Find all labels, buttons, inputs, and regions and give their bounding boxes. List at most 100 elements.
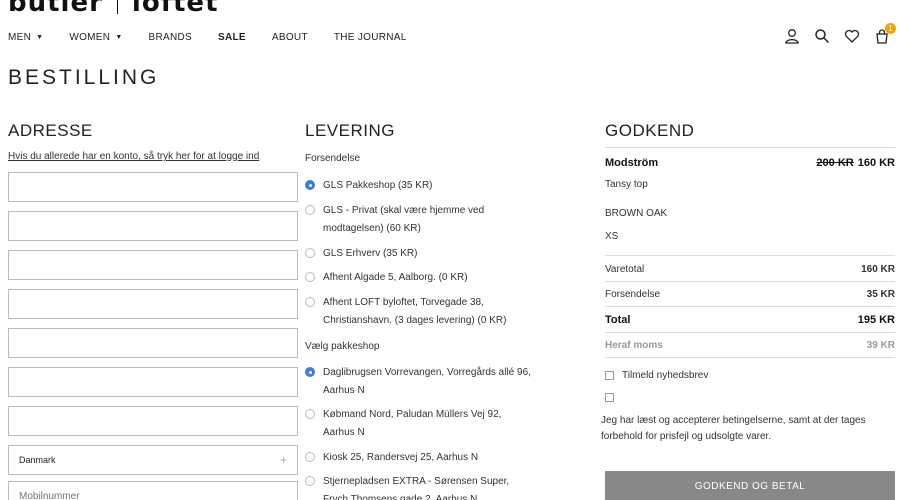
- main-nav: MEN ▼ WOMEN ▼ BRANDS SALE ABOUT THE JOURNA…: [8, 32, 433, 43]
- radio-selected[interactable]: [305, 180, 315, 190]
- address-input-6[interactable]: [9, 368, 297, 396]
- address-input-3[interactable]: [9, 251, 297, 279]
- address-input-5[interactable]: [9, 329, 297, 357]
- address-field-5[interactable]: [8, 328, 298, 358]
- product-color: BROWN OAK: [605, 208, 668, 219]
- chevron-down-icon: ▼: [36, 34, 44, 41]
- shipping-option-gls-pakkeshop[interactable]: GLS Pakkeshop (35 KR): [305, 177, 535, 195]
- country-value: Danmark: [19, 455, 56, 465]
- nav-journal[interactable]: THE JOURNAL: [334, 32, 407, 43]
- nav-men[interactable]: MEN ▼: [8, 32, 43, 43]
- address-input-4[interactable]: [9, 290, 297, 318]
- plus-icon: +: [279, 453, 287, 467]
- pakkeshop-option-3[interactable]: Kiosk 25, Randersvej 25, Aarhus N: [305, 449, 535, 467]
- total-value: 195 KR: [857, 314, 895, 326]
- total-label: Total: [605, 314, 631, 326]
- nav-brands[interactable]: BRANDS: [149, 32, 192, 43]
- vat-label: Heraf moms: [605, 340, 663, 351]
- heart-icon[interactable]: [844, 28, 860, 44]
- summary-title: GODKEND: [605, 121, 695, 140]
- header-icons: 1: [784, 23, 896, 44]
- divider: [605, 281, 895, 282]
- logo[interactable]: butler loftet: [8, 0, 219, 18]
- cart-count-badge: 1: [885, 23, 896, 34]
- shipping-option-aalborg[interactable]: Afhent Algade 5, Aalborg. (0 KR): [305, 269, 535, 287]
- shipping-option-gls-privat[interactable]: GLS - Privat (skal være hjemme ved modta…: [305, 202, 535, 238]
- pakkeshop-option-2[interactable]: Købmand Nord, Paludan Müllers Vej 92, Aa…: [305, 406, 535, 442]
- logo-left: butler: [8, 0, 103, 18]
- shipping-option-christianshavn[interactable]: Afhent LOFT byloftet, Torvegade 38, Chri…: [305, 294, 535, 330]
- nav-women-label: WOMEN: [69, 32, 111, 43]
- product-size: XS: [605, 231, 619, 242]
- product-row: Modström 200 KR 160 KR: [605, 157, 895, 169]
- page-title: BESTILLING: [8, 66, 160, 89]
- radio-unselected[interactable]: [305, 452, 315, 462]
- pakkeshop-option-4[interactable]: Stjernepladsen EXTRA - Sørensen Super, F…: [305, 473, 535, 500]
- radio-unselected[interactable]: [305, 297, 315, 307]
- nav-women[interactable]: WOMEN ▼: [69, 32, 122, 43]
- shipping-cost-value: 35 KR: [866, 289, 895, 300]
- chevron-down-icon: ▼: [115, 34, 123, 41]
- product-brand: Modström: [605, 157, 659, 169]
- newsletter-checkbox[interactable]: [605, 371, 614, 380]
- radio-unselected[interactable]: [305, 205, 315, 215]
- address-input-7[interactable]: [9, 407, 297, 435]
- user-icon[interactable]: [784, 28, 800, 44]
- logo-right: loftet: [131, 0, 219, 18]
- pakkeshop-label: Vælg pakkeshop: [305, 341, 380, 352]
- address-field-6[interactable]: [8, 367, 298, 397]
- delivery-title: LEVERING: [305, 121, 395, 140]
- subtotal-row: Varetotal 160 KR: [605, 264, 895, 275]
- pakkeshop-label-text: Købmand Nord, Paludan Müllers Vej 92, Aa…: [323, 409, 502, 438]
- terms-text: Jeg har læst og accepterer betingelserne…: [601, 415, 866, 442]
- address-field-2[interactable]: [8, 211, 298, 241]
- login-link[interactable]: Hvis du allerede har en konto, så tryk h…: [8, 151, 259, 162]
- shipping-row: Forsendelse 35 KR: [605, 289, 895, 300]
- subtotal-label: Varetotal: [605, 264, 645, 275]
- pakkeshop-label-text: Stjernepladsen EXTRA - Sørensen Super, F…: [323, 476, 510, 500]
- nav-about[interactable]: ABOUT: [272, 32, 308, 43]
- vat-value: 39 KR: [866, 340, 895, 351]
- pakkeshop-label-text: Kiosk 25, Randersvej 25, Aarhus N: [323, 452, 479, 463]
- radio-unselected[interactable]: [305, 476, 315, 486]
- shipping-option-label: Afhent Algade 5, Aalborg. (0 KR): [323, 272, 468, 283]
- logo-divider: [116, 0, 118, 14]
- shipping-option-label: GLS - Privat (skal være hjemme ved modta…: [323, 205, 485, 234]
- vat-row: Heraf moms 39 KR: [605, 340, 895, 351]
- nav-men-label: MEN: [8, 32, 32, 43]
- divider: [605, 306, 895, 307]
- address-input-2[interactable]: [9, 212, 297, 240]
- shipping-option-label: GLS Erhverv (35 KR): [323, 248, 418, 259]
- divider: [605, 357, 895, 358]
- radio-unselected[interactable]: [305, 248, 315, 258]
- radio-unselected[interactable]: [305, 409, 315, 419]
- radio-selected[interactable]: [305, 367, 315, 377]
- divider: [605, 147, 895, 148]
- terms-checkbox[interactable]: [605, 393, 614, 402]
- product-old-price: 200 KR: [816, 157, 854, 169]
- pakkeshop-label-text: Daglibrugsen Vorrevangen, Vorregårds all…: [323, 367, 531, 396]
- address-field-4[interactable]: [8, 289, 298, 319]
- newsletter-checkbox-row[interactable]: Tilmeld nyhedsbrev: [605, 370, 708, 381]
- address-field-1[interactable]: [8, 172, 298, 202]
- nav-sale[interactable]: SALE: [218, 32, 246, 43]
- address-field-3[interactable]: [8, 250, 298, 280]
- radio-unselected[interactable]: [305, 272, 315, 282]
- terms-checkbox-row[interactable]: [605, 393, 622, 402]
- cart-icon[interactable]: 1: [874, 23, 896, 44]
- total-row: Total 195 KR: [605, 314, 895, 326]
- country-select[interactable]: Danmark +: [8, 445, 298, 475]
- approve-and-pay-button[interactable]: GODKEND OG BETAL: [605, 471, 895, 500]
- shipping-label: Forsendelse: [305, 153, 361, 164]
- mobile-field[interactable]: [8, 481, 298, 500]
- shipping-cost-label: Forsendelse: [605, 289, 661, 300]
- address-field-7[interactable]: [8, 406, 298, 436]
- search-icon[interactable]: [814, 28, 830, 44]
- shipping-option-label: GLS Pakkeshop (35 KR): [323, 180, 433, 191]
- shipping-option-gls-erhverv[interactable]: GLS Erhverv (35 KR): [305, 245, 535, 263]
- newsletter-label: Tilmeld nyhedsbrev: [622, 370, 709, 381]
- address-input-1[interactable]: [9, 173, 297, 201]
- mobile-input[interactable]: [9, 482, 297, 500]
- pakkeshop-option-1[interactable]: Daglibrugsen Vorrevangen, Vorregårds all…: [305, 364, 535, 400]
- product-price: 200 KR 160 KR: [816, 157, 895, 169]
